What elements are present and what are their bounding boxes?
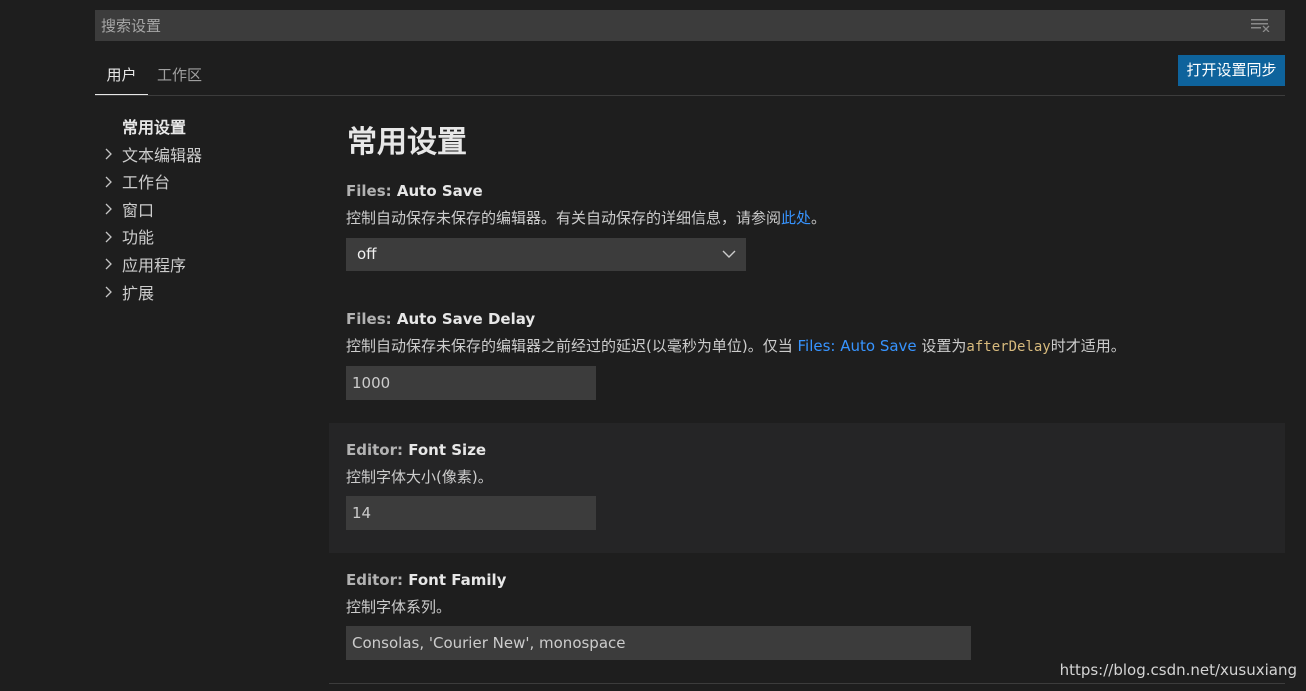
desc-text: 控制自动保存未保存的编辑器之前经过的延迟(以毫秒为单位)。仅当 [346,337,798,355]
auto-save-delay-input[interactable] [346,366,596,400]
chevron-down-icon [722,250,736,258]
setting-title: Editor: Font Family [346,571,506,589]
setting-title: Files: Auto Save [346,182,483,200]
toc-item-window[interactable]: 窗口 [100,197,300,225]
setting-name: Font Size [408,441,487,459]
setting-title: Editor: Font Size [346,441,486,459]
chevron-right-icon [105,148,112,160]
files-auto-save-link[interactable]: Files: Auto Save [797,337,916,355]
desc-text: 。 [811,209,827,227]
settings-editor: 用户 工作区 打开设置同步 常用设置 文本编辑器 工作台 窗口 功能 应用程序 … [0,0,1306,691]
setting-category: Files: [346,182,397,200]
setting-category: Files: [346,310,397,328]
toc-item-commonly-used[interactable]: 常用设置 [100,114,300,142]
settings-toc: 常用设置 文本编辑器 工作台 窗口 功能 应用程序 扩展 [100,114,300,307]
setting-title: Files: Auto Save Delay [346,310,535,328]
chevron-right-icon [105,286,112,298]
setting-name: Auto Save Delay [396,310,536,328]
toc-item-label: 应用程序 [122,255,187,275]
chevron-right-icon [105,203,112,215]
tab-workspace[interactable]: 工作区 [157,56,202,94]
section-title: 常用设置 [347,125,467,160]
toc-item-label: 窗口 [122,200,155,220]
search-box [95,10,1285,41]
turn-on-settings-sync-button[interactable]: 打开设置同步 [1178,55,1285,86]
chevron-right-icon [105,176,112,188]
filter-list-icon[interactable] [1251,18,1271,32]
tab-user[interactable]: 用户 [95,56,148,95]
setting-name: Font Family [408,571,507,589]
auto-save-select[interactable]: off [346,238,746,271]
toc-item-text-editor[interactable]: 文本编辑器 [100,142,300,170]
search-input[interactable] [95,10,1235,41]
font-family-input[interactable] [346,626,971,660]
toc-item-label: 功能 [122,228,155,248]
toc-item-workbench[interactable]: 工作台 [100,169,300,197]
font-size-input[interactable] [346,496,596,530]
setting-description: 控制自动保存未保存的编辑器。有关自动保存的详细信息，请参阅此处。 [346,207,826,228]
setting-category: Editor: [346,571,409,589]
toc-item-label: 文本编辑器 [122,145,203,165]
setting-description: 控制字体大小(像素)。 [346,468,493,486]
toc-item-label: 扩展 [122,283,155,303]
desc-text: 时才适用。 [1050,337,1126,355]
setting-files-auto-save: Files: Auto Save 控制自动保存未保存的编辑器。有关自动保存的详细… [329,172,1285,282]
setting-description: 控制自动保存未保存的编辑器之前经过的延迟(以毫秒为单位)。仅当 Files: A… [346,335,1126,356]
toc-item-features[interactable]: 功能 [100,224,300,252]
setting-description: 控制字体系列。 [346,598,452,616]
toc-item-application[interactable]: 应用程序 [100,252,300,280]
setting-files-auto-save-delay: Files: Auto Save Delay 控制自动保存未保存的编辑器之前经过… [329,300,1285,415]
auto-save-value: off [357,245,377,263]
chevron-right-icon [105,231,112,243]
watermark: https://blog.csdn.net/xusuxiang [1059,661,1297,679]
settings-tabs: 用户 工作区 [95,56,1285,96]
setting-category: Editor: [346,441,409,459]
here-link[interactable]: 此处 [781,209,811,227]
setting-name: Auto Save [396,182,483,200]
toc-item-label: 工作台 [122,173,171,193]
setting-editor-font-size: Editor: Font Size 控制字体大小(像素)。 [329,423,1285,553]
chevron-right-icon [105,259,112,270]
toc-item-extensions[interactable]: 扩展 [100,280,300,308]
row-divider [329,683,1285,684]
desc-text: 控制自动保存未保存的编辑器。有关自动保存的详细信息，请参阅 [346,209,782,227]
desc-text: 设置为 [916,337,967,355]
desc-code: afterDelay [966,339,1051,355]
